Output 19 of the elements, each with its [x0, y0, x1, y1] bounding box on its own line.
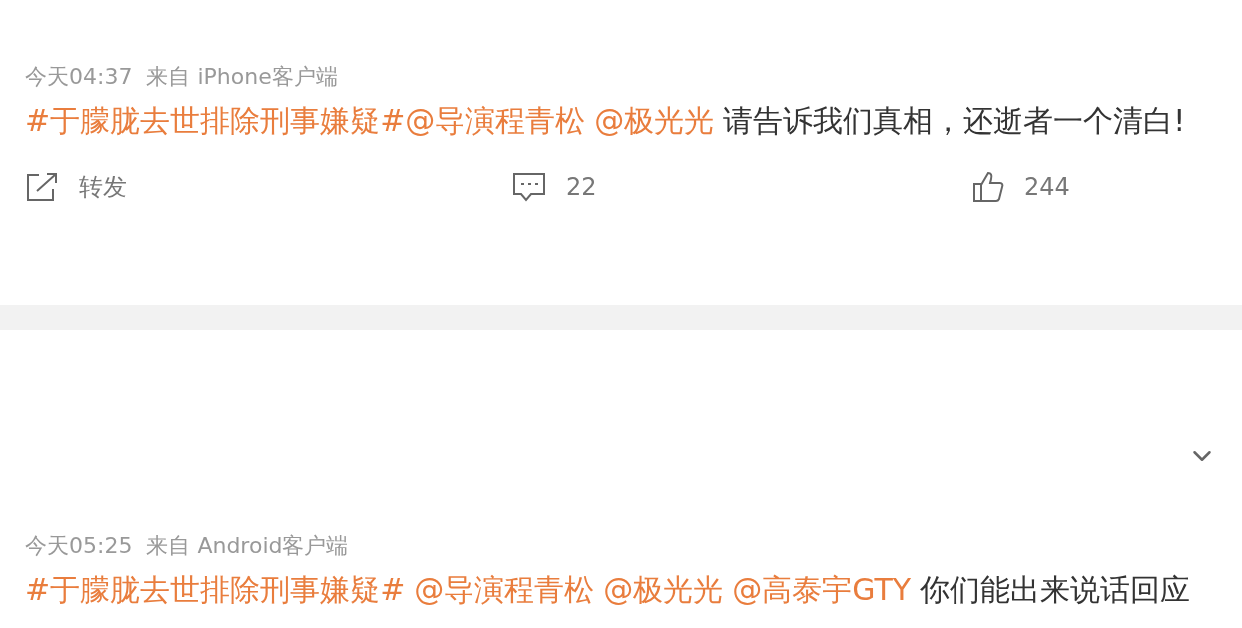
mention-link[interactable]: @高泰宇GTY — [723, 572, 912, 607]
comment-icon — [512, 172, 546, 202]
repost-button[interactable]: 转发 — [25, 171, 127, 203]
post-time: 今天05:25 — [25, 532, 133, 560]
like-button[interactable]: 244 — [972, 171, 1070, 203]
thumbs-up-icon — [972, 171, 1004, 203]
post-source: 来自 iPhone客户端 — [146, 63, 338, 91]
hashtag-link[interactable]: #于朦胧去世排除刑事嫌疑# — [25, 572, 406, 607]
hashtag-link[interactable]: #于朦胧去世排除刑事嫌疑# — [25, 103, 406, 138]
mention-link[interactable]: @极光光 — [585, 103, 715, 138]
mention-link[interactable]: @极光光 — [594, 572, 724, 607]
mention-link[interactable]: @导演程青松 — [405, 572, 595, 607]
post-source: 来自 Android客户端 — [146, 532, 349, 560]
post-text: #于朦胧去世排除刑事嫌疑#@导演程青松 @极光光 请告诉我们真相，还逝者一个清白! — [25, 102, 1187, 140]
mention-link[interactable]: @导演程青松 — [405, 103, 586, 138]
comment-button[interactable]: 22 — [512, 172, 597, 202]
post-time: 今天04:37 — [25, 63, 133, 91]
share-icon — [25, 171, 59, 203]
post-text: #于朦胧去世排除刑事嫌疑# @导演程青松 @极光光 @高泰宇GTY 你们能出来说话回应 — [25, 571, 1192, 609]
